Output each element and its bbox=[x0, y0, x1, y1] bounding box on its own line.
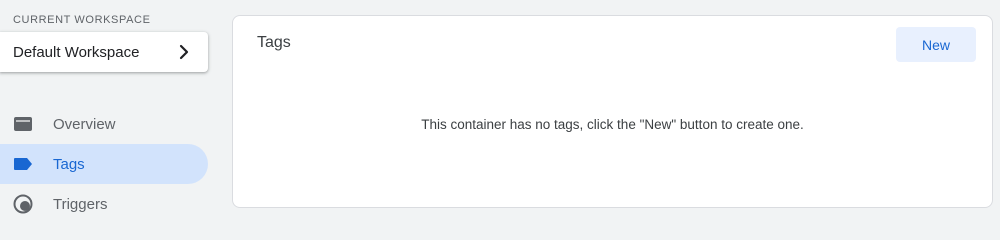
new-tag-button[interactable]: New bbox=[896, 27, 976, 62]
workspace-name: Default Workspace bbox=[13, 43, 140, 61]
workspace-label: CURRENT WORKSPACE bbox=[13, 14, 151, 26]
sidebar-item-overview[interactable]: Overview bbox=[0, 104, 208, 144]
label-icon bbox=[12, 153, 34, 175]
chevron-right-icon bbox=[172, 40, 196, 64]
tags-panel: Tags New This container has no tags, cli… bbox=[232, 15, 993, 208]
sidebar-item-triggers[interactable]: Triggers bbox=[0, 184, 208, 224]
empty-state-message: This container has no tags, click the "N… bbox=[421, 117, 804, 132]
sidebar-item-tags[interactable]: Tags bbox=[0, 144, 208, 184]
sidebar-item-label: Tags bbox=[53, 155, 85, 173]
sidebar-item-label: Overview bbox=[53, 115, 116, 133]
sidebar-item-label: Triggers bbox=[53, 195, 108, 213]
workspace-selector[interactable]: Default Workspace bbox=[0, 32, 208, 72]
folder-icon bbox=[12, 113, 34, 135]
trigger-icon bbox=[12, 193, 34, 215]
sidebar: CURRENT WORKSPACE Default Workspace Over… bbox=[0, 0, 216, 228]
page-title: Tags bbox=[257, 34, 291, 51]
